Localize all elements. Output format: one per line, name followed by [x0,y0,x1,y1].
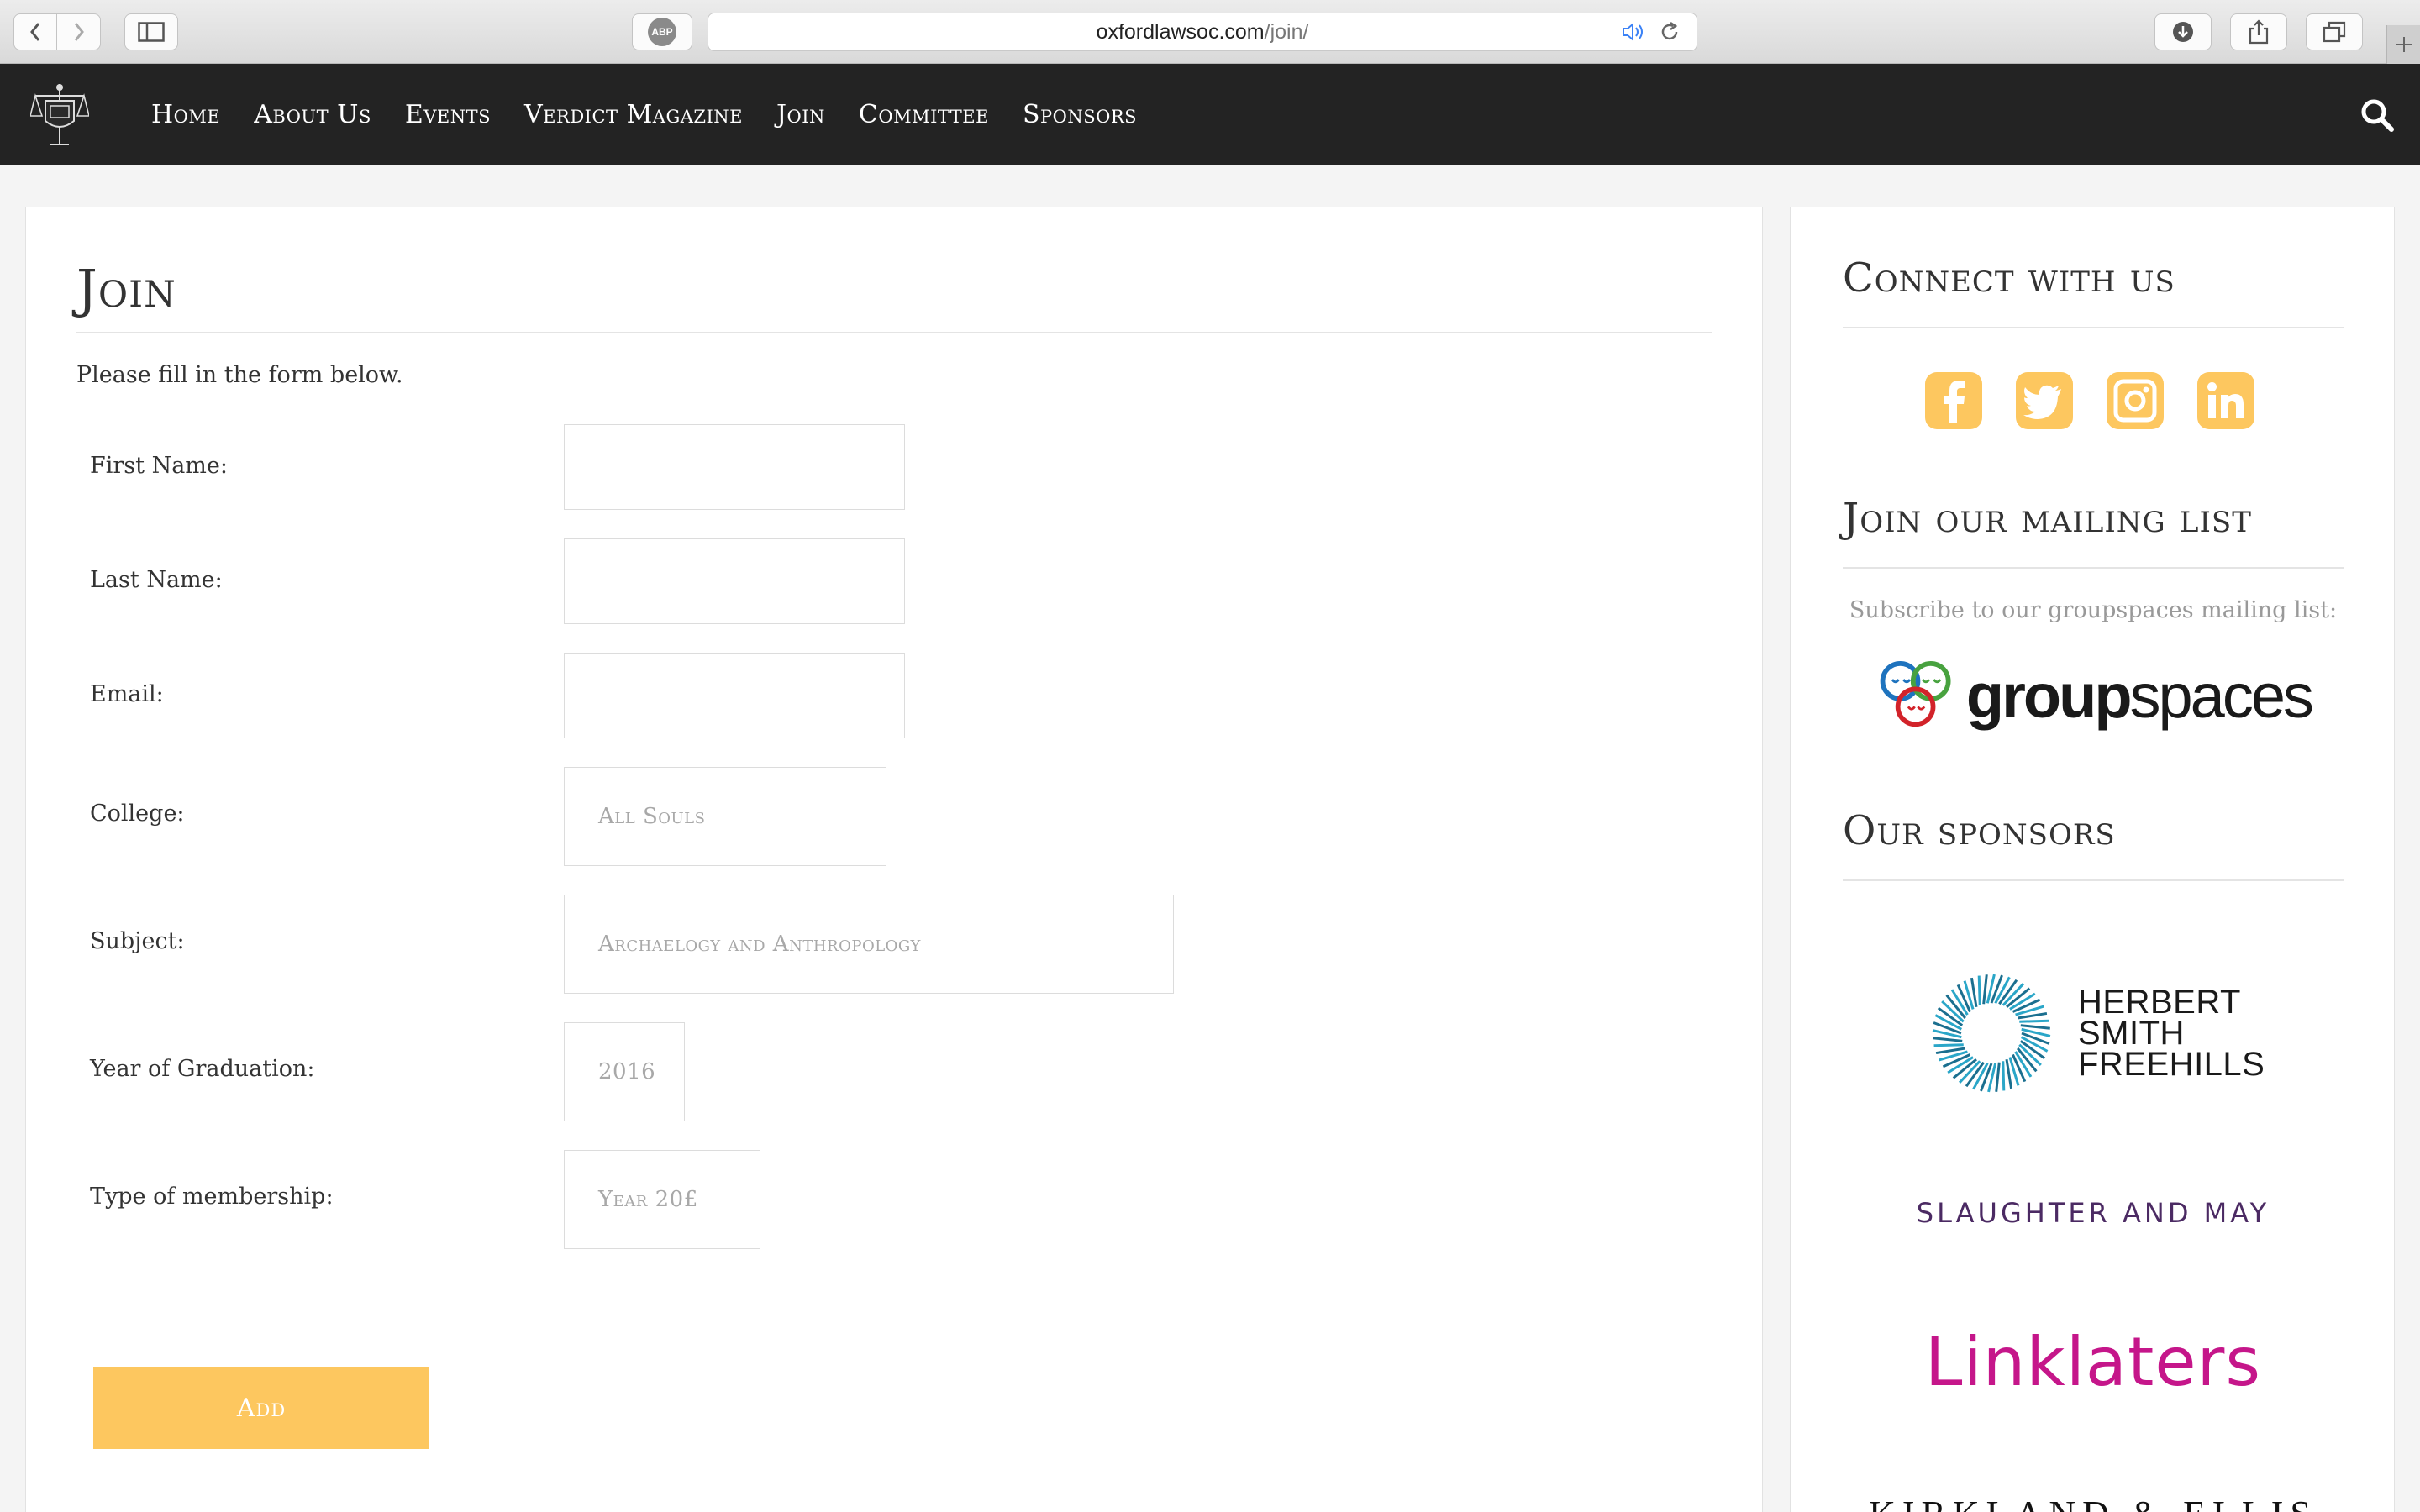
browser-toolbar: ABP oxfordlawsoc.com/join/ [0,0,2420,64]
adblock-button[interactable]: ABP [632,13,692,50]
subject-label: Subject: [90,928,185,954]
membership-type-select[interactable]: Year 20£ [564,1150,760,1249]
hsf-line-1: HERBERT [2078,983,2241,1021]
url-path: /join/ [1264,19,1309,44]
subject-select[interactable]: Archaelogy and Anthropology [564,895,1174,994]
instagram-icon[interactable] [2107,372,2164,429]
search-icon[interactable] [2360,97,2395,133]
back-icon[interactable] [14,13,58,50]
linkedin-icon[interactable] [2197,372,2254,429]
sponsors-divider [1843,879,2344,881]
new-tab-button[interactable] [2386,25,2420,64]
groupspaces-logo[interactable]: groupspaces [1875,649,2314,742]
connect-divider [1843,327,2344,328]
membership-type-select-value: Year 20£ [598,1187,698,1212]
mailing-list-heading: Join our mailing list [1843,495,2252,542]
email-label: Email: [90,681,164,707]
nav-committee[interactable]: Committee [859,100,989,129]
form-intro: Please fill in the form below. [76,362,403,388]
join-form-card: Join Please fill in the form below. Firs… [25,207,1763,1512]
first-name-input[interactable] [565,425,904,509]
address-bar[interactable]: oxfordlawsoc.com/join/ [708,13,1697,51]
sponsor-slaughter-and-may[interactable]: SLAUGHTER AND MAY [1791,1197,2396,1229]
downloads-button[interactable] [2154,13,2212,50]
site-navbar: Home About Us Events Verdict Magazine Jo… [0,64,2420,165]
nav-home[interactable]: Home [151,100,220,129]
nav-verdict-magazine[interactable]: Verdict Magazine [524,100,743,129]
forward-icon[interactable] [57,13,100,50]
mailing-divider [1843,567,2344,569]
sidebar-toggle-button[interactable] [124,13,178,50]
reload-icon[interactable] [1658,20,1681,44]
facebook-icon[interactable] [1925,372,1982,429]
tabs-icon [2323,21,2346,43]
first-name-field[interactable] [564,424,905,510]
hsf-sunburst-icon [1932,974,2051,1093]
sidebar-icon [138,22,165,42]
email-input[interactable] [565,654,904,738]
law-society-logo-icon[interactable] [30,82,89,146]
title-divider [76,332,1712,333]
groupspaces-wordmark-bold: group [1965,660,2133,731]
share-icon [2249,19,2269,45]
nav-join[interactable]: Join [776,100,825,129]
plus-icon [2396,37,2412,52]
college-select-value: All Souls [598,804,706,829]
college-label: College: [90,801,185,827]
groupspaces-wordmark: groupspaces [1965,660,2314,732]
college-select[interactable]: All Souls [564,767,886,866]
sponsors-heading: Our sponsors [1843,807,2116,854]
hsf-wordmark: HERBERT SMITH FREEHILLS [2078,983,2265,1083]
hsf-line-3: FREEHILLS [2078,1045,2265,1083]
graduation-year-label: Year of Graduation: [90,1056,315,1082]
last-name-input[interactable] [565,539,904,623]
mailing-list-text: Subscribe to our groupspaces mailing lis… [1849,597,2338,623]
nav-events[interactable]: Events [405,100,491,129]
nav-sponsors[interactable]: Sponsors [1023,100,1137,129]
add-button[interactable]: Add [93,1367,429,1449]
first-name-label: First Name: [90,453,228,479]
page-title: Join [76,258,176,319]
sponsor-linklaters[interactable]: Linklaters [1791,1323,2396,1401]
tabs-overview-button[interactable] [2306,13,2363,50]
email-field[interactable] [564,653,905,738]
sidebar: Connect with us Join our mailing list Su… [1790,207,2395,1512]
connect-heading: Connect with us [1843,255,2175,302]
adblock-icon: ABP [648,18,676,46]
social-links [1925,372,2254,429]
nav-about-us[interactable]: About Us [254,100,371,129]
url-domain: oxfordlawsoc.com [1096,19,1265,44]
share-button[interactable] [2230,13,2287,50]
hsf-line-2: SMITH [2078,1014,2185,1052]
last-name-label: Last Name: [90,567,223,593]
sponsor-herbert-smith-freehills[interactable]: HERBERT SMITH FREEHILLS [1930,972,2265,1095]
groupspaces-bubbles-icon [1880,661,1951,727]
back-forward-group [13,13,101,50]
download-icon [2173,22,2193,42]
audio-icon[interactable] [1621,21,1646,43]
groupspaces-wordmark-light: spaces [2129,660,2314,731]
sponsor-kirkland-ellis[interactable]: KIRKLAND & ELLIS [1791,1493,2396,1512]
graduation-year-select-value: 2016 [598,1059,656,1084]
subject-select-value: Archaelogy and Anthropology [598,932,921,957]
twitter-icon[interactable] [2016,372,2073,429]
membership-type-label: Type of membership: [90,1184,334,1210]
last-name-field[interactable] [564,538,905,624]
graduation-year-select[interactable]: 2016 [564,1022,685,1121]
